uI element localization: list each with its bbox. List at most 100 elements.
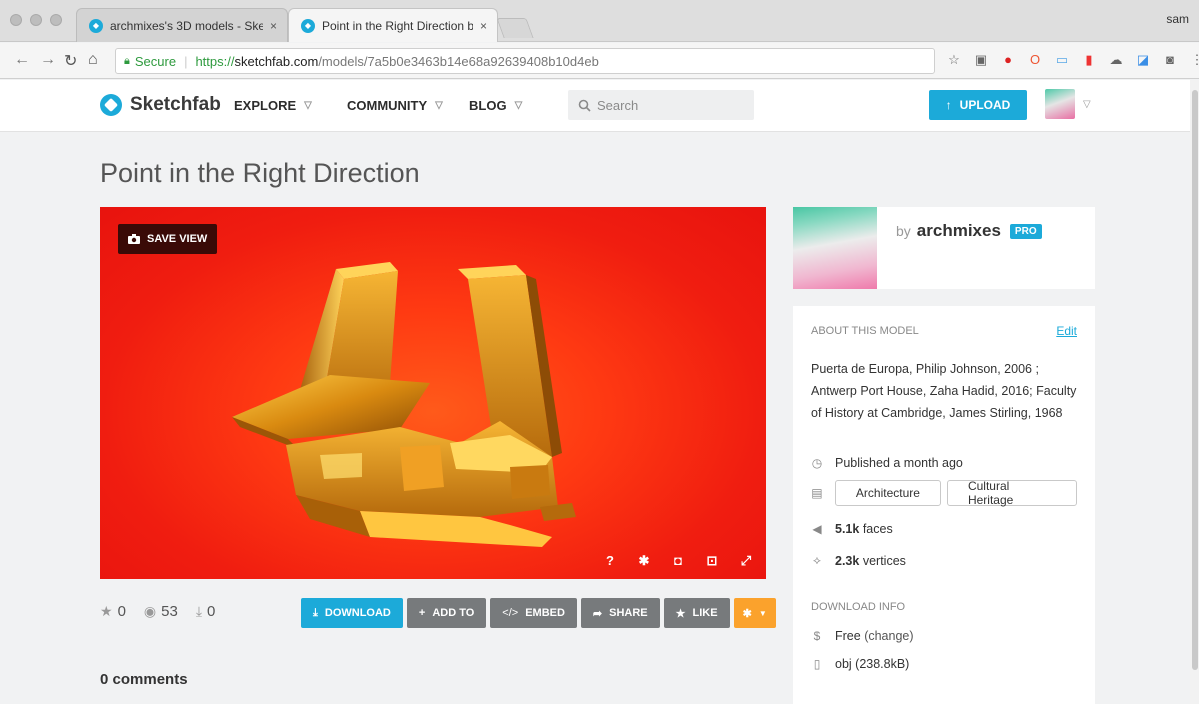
model-stats: ★ 0 ◉ 53 ⤓ 0 (100, 603, 215, 620)
reload-icon[interactable]: ↻ (64, 51, 77, 71)
arrow-up-icon: ↑ (945, 98, 952, 112)
chevron-down-icon[interactable]: ▽ (1083, 99, 1091, 110)
category-tag-architecture[interactable]: Architecture (834, 480, 941, 506)
settings-dropdown-button[interactable]: ✱ ▼ (733, 598, 776, 628)
chevron-down-icon: ▽ (514, 100, 523, 111)
vertices-row: ⟡ 2.3k vertices (811, 553, 1077, 568)
category-tags: Architecture Cultural Heritage (834, 479, 1077, 507)
viewer-controls: ? ✱ ◘ ⊡ ⤢ (602, 553, 754, 569)
nav-label: BLOG (469, 98, 507, 113)
upload-button[interactable]: ↑ UPLOAD (929, 90, 1027, 120)
address-bar[interactable]: 🔒︎ Secure | https:// sketchfab.com /mode… (115, 48, 935, 74)
save-view-button[interactable]: SAVE VIEW (118, 224, 218, 254)
published-text: Published a month ago (835, 456, 963, 470)
download-info-heading: DOWNLOAD INFO (811, 601, 906, 613)
share-button[interactable]: ➦ SHARE (580, 598, 660, 628)
categories-row: ▤ Architecture Cultural Heritage (811, 479, 1077, 507)
url-scheme: https:// (195, 53, 235, 69)
description-line: Puerta de Europa, Philip Johnson, 2006 ; (811, 362, 1039, 376)
secure-label: Secure (134, 53, 177, 69)
nav-label: EXPLORE (234, 98, 297, 113)
download-button[interactable]: ⤓ DOWNLOAD (301, 598, 403, 628)
new-tab-button[interactable] (496, 18, 534, 38)
close-tab-icon[interactable]: × (270, 19, 277, 33)
archive-box-icon: ▤ (811, 486, 823, 500)
author-name-link[interactable]: archmixes (917, 221, 1001, 241)
bookmark-star-icon[interactable]: ☆ (946, 52, 962, 68)
model-render[interactable] (100, 207, 766, 579)
minimize-window-button[interactable] (30, 14, 42, 26)
sketchfab-logo-icon (100, 94, 122, 116)
extension-text-icon[interactable]: ▣ (973, 52, 989, 68)
clock-icon: ◷ (811, 456, 823, 470)
opera-icon[interactable]: O (1027, 52, 1043, 68)
model-viewer[interactable]: SAVE VIEW ? ✱ ◘ ⊡ ⤢ (100, 207, 766, 579)
menu-dots-icon[interactable]: ⋮ (1189, 52, 1199, 68)
plus-icon: + (418, 607, 426, 619)
camera-icon[interactable]: ◙ (1162, 52, 1178, 68)
change-license-link[interactable]: (change) (864, 629, 913, 643)
pinterest-icon[interactable]: ● (1000, 52, 1016, 68)
close-window-button[interactable] (10, 14, 22, 26)
view-count-value: 53 (161, 603, 178, 620)
author-byline: by archmixes PRO (896, 221, 1042, 241)
star-icon: ★ (675, 607, 686, 620)
description-line: Antwerp Port House, Zaha Hadid, 2016; Fa… (811, 384, 1077, 398)
cloud-icon[interactable]: ☁ (1108, 52, 1124, 68)
file-info: obj (238.8kB) (835, 657, 910, 671)
comments-count: 0 comments (100, 671, 188, 688)
sketchfab-favicon-icon: ◆ (301, 18, 315, 33)
add-to-button[interactable]: + ADD TO (406, 598, 487, 628)
nav-explore[interactable]: EXPLORE ▽ (234, 98, 312, 113)
share-label: SHARE (609, 607, 648, 619)
eye-icon: ◉ (143, 603, 157, 619)
document-icon[interactable]: ▭ (1054, 52, 1070, 68)
browser-toolbar: ← → ↻ ⌂ 🔒︎ Secure | https:// sketchfab.c… (0, 43, 1199, 79)
sketchfab-logo[interactable]: Sketchfab (100, 94, 221, 116)
page-scrollbar[interactable] (1190, 80, 1199, 704)
sketchfab-favicon-icon: ◆ (89, 18, 103, 33)
bars-extension-icon[interactable]: ▮ (1081, 52, 1097, 68)
search-input[interactable]: Search (568, 90, 754, 120)
search-placeholder: Search (597, 97, 639, 113)
settings-gear-icon[interactable]: ✱ (636, 553, 652, 569)
download-icon: ⤓ (313, 606, 318, 619)
gear-icon: ✱ (742, 607, 752, 620)
published-row: ◷ Published a month ago (811, 456, 1077, 470)
file-icon: ▯ (813, 657, 821, 671)
user-avatar[interactable] (1045, 89, 1075, 119)
lock-icon: 🔒︎ (124, 54, 130, 67)
browser-tab-profile[interactable]: ◆ archmixes's 3D models - Sketc × (76, 8, 288, 42)
nav-label: COMMUNITY (347, 98, 428, 113)
model-thumbnail[interactable] (793, 207, 877, 289)
window-controls[interactable] (10, 14, 62, 26)
vr-headset-icon[interactable]: ◘ (670, 553, 686, 569)
embed-button[interactable]: </> EMBED (490, 598, 577, 628)
scrollbar-thumb[interactable] (1192, 90, 1198, 670)
search-icon (578, 99, 591, 112)
url-path: /models/7a5b0e3463b14e68a92639408b10d4eb (318, 53, 599, 69)
price-row: $ Free (change) (811, 629, 1077, 643)
nav-community[interactable]: COMMUNITY ▽ (347, 98, 443, 113)
fullscreen-icon[interactable]: ⤢ (738, 553, 754, 569)
vertex-icon: ⟡ (813, 553, 821, 567)
model-title: Point in the Right Direction (100, 158, 420, 188)
help-icon[interactable]: ? (602, 553, 618, 569)
home-icon[interactable]: ⌂ (88, 51, 98, 69)
nav-blog[interactable]: BLOG ▽ (469, 98, 522, 113)
close-tab-icon[interactable]: × (480, 19, 487, 33)
forward-arrow-icon[interactable]: → (40, 51, 56, 69)
like-button[interactable]: ★ LIKE (663, 598, 730, 628)
maximize-window-button[interactable] (50, 14, 62, 26)
vertices-value: 2.3k (835, 553, 860, 568)
resize-extension-icon[interactable]: ◪ (1135, 52, 1151, 68)
download-count: ⤓ 0 (196, 603, 216, 620)
edit-link[interactable]: Edit (1056, 324, 1077, 338)
back-arrow-icon[interactable]: ← (14, 51, 30, 69)
browser-tab-model[interactable]: ◆ Point in the Right Direction by × (288, 8, 498, 42)
category-tag-cultural-heritage[interactable]: Cultural Heritage (946, 479, 1077, 507)
embed-frame-icon[interactable]: ⊡ (704, 553, 720, 569)
download-icon: ⤓ (195, 603, 203, 619)
browser-profile-name[interactable]: sam (1166, 12, 1189, 26)
like-count: ★ 0 (100, 603, 126, 620)
